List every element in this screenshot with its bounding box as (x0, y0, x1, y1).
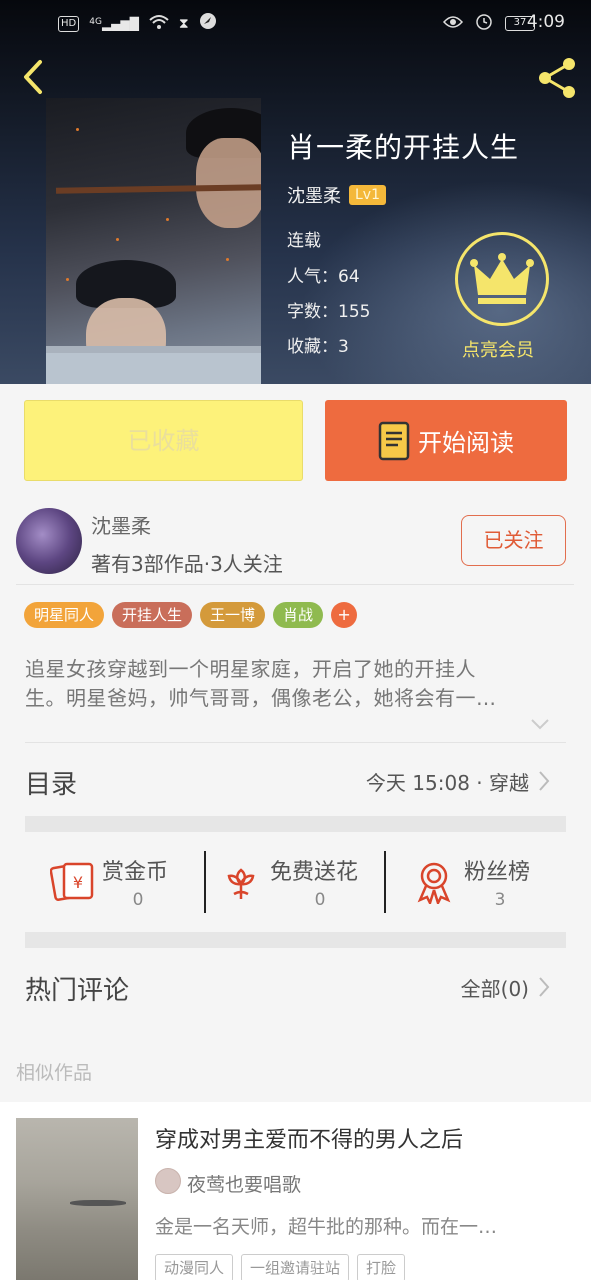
stat-label: 免费送花 (270, 860, 359, 885)
chevron-left-icon (24, 60, 42, 94)
chevron-down-icon (531, 719, 549, 730)
alarm-icon (475, 12, 493, 35)
tag-list: 明星同人 开挂人生 王一博 肖战 + (24, 602, 358, 628)
divider (16, 584, 574, 585)
book-author[interactable]: 沈墨柔 (287, 182, 341, 208)
expand-description-button[interactable] (530, 716, 550, 730)
similar-tag[interactable]: 打脸 (357, 1254, 406, 1280)
toc-label[interactable]: 目录 (25, 764, 77, 801)
add-tag-button[interactable]: + (331, 602, 358, 628)
eye-icon (442, 14, 464, 34)
stat-label: 赏金币 (102, 860, 169, 885)
stat-label: 粉丝榜 (464, 860, 531, 885)
medal-icon (417, 862, 451, 904)
app-notification-icon (199, 12, 217, 35)
stat-separator (384, 851, 386, 913)
author-name[interactable]: 沈墨柔 (91, 510, 151, 539)
start-reading-label: 开始阅读 (418, 429, 514, 457)
popularity-label: 人气： (287, 267, 338, 287)
hourglass-icon: ⧗ (178, 15, 189, 32)
book-header: HD 4G▂▄▆█ ⧗ 37 4:09 肖一柔的开挂人生 沈墨柔 Lv1 连载 … (0, 0, 591, 384)
book-collect-count: 收藏：3 (287, 332, 349, 357)
word-count-label: 字数： (287, 302, 338, 322)
stat-value: 0 (132, 890, 144, 910)
status-bar: HD 4G▂▄▆█ ⧗ 37 4:09 (0, 0, 591, 44)
vip-label[interactable]: 点亮会员 (462, 336, 534, 362)
stat-value: 0 (314, 890, 326, 910)
red-envelope-icon: ¥ (50, 862, 94, 901)
clock: 4:09 (526, 12, 565, 32)
hd-indicator: HD (58, 15, 80, 32)
tag-item[interactable]: 明星同人 (24, 602, 105, 628)
similar-tag[interactable]: 动漫同人 (155, 1254, 234, 1280)
stat-separator (204, 851, 206, 913)
section-divider (25, 816, 566, 832)
collect-label: 收藏： (287, 337, 338, 357)
reward-coins-button[interactable]: ¥ 赏金币 0 (50, 848, 190, 916)
similar-author-avatar (155, 1168, 181, 1194)
tag-item[interactable]: 开挂人生 (112, 602, 193, 628)
description-line: 生。明星爸妈，帅气哥哥，偶像老公，她将会有一… (25, 686, 497, 710)
all-comments-link[interactable]: 全部(0) (461, 973, 529, 1002)
author-level-badge: Lv1 (349, 185, 386, 205)
book-icon (378, 421, 410, 460)
comments-chevron[interactable] (538, 976, 550, 998)
divider (25, 742, 566, 743)
book-author-line: 沈墨柔 Lv1 (287, 182, 386, 208)
start-reading-button[interactable]: 开始阅读 (325, 400, 567, 481)
fan-ranking-button[interactable]: 粉丝榜 3 (414, 848, 544, 916)
book-word-count: 字数：155 (287, 297, 370, 322)
author-stats: 著有3部作品·3人关注 (91, 552, 283, 576)
stat-value: 3 (494, 890, 506, 910)
book-status: 连载 (287, 231, 321, 251)
toc-latest-chapter[interactable]: 今天 15:08 · 穿越 (366, 767, 529, 796)
chevron-right-icon (539, 771, 550, 791)
tag-item[interactable]: 王一博 (200, 602, 266, 628)
author-avatar[interactable] (16, 508, 82, 574)
favorite-button[interactable]: 已收藏 (24, 400, 303, 481)
section-divider (25, 932, 566, 948)
similar-book-desc: 金是一名天师，超牛批的那种。而在一… (155, 1216, 498, 1238)
vip-button[interactable] (455, 232, 549, 326)
collect-value: 3 (338, 337, 349, 357)
hot-comments-label: 热门评论 (25, 976, 130, 1006)
similar-book-title[interactable]: 穿成对男主爱而不得的男人之后 (155, 1122, 463, 1154)
book-description[interactable]: 追星女孩穿越到一个明星家庭，开启了她的开挂人 生。明星爸妈，帅气哥哥，偶像老公，… (25, 655, 545, 713)
similar-book-tags: 动漫同人 一组邀请驻站 打脸 (155, 1254, 406, 1280)
popularity-value: 64 (338, 267, 360, 287)
similar-book-card[interactable]: 穿成对男主爱而不得的男人之后 夜莺也要唱歌 金是一名天师，超牛批的那种。而在一…… (0, 1102, 591, 1280)
toc-chevron[interactable] (538, 770, 550, 792)
book-popularity: 人气：64 (287, 262, 360, 287)
tag-item[interactable]: 肖战 (273, 602, 324, 628)
send-flower-button[interactable]: 免费送花 0 (222, 848, 372, 916)
back-button[interactable] (14, 54, 54, 100)
flower-icon (227, 868, 255, 899)
chevron-right-icon (539, 977, 550, 997)
similar-book-cover[interactable] (16, 1118, 138, 1280)
similar-book-author[interactable]: 夜莺也要唱歌 (187, 1170, 301, 1197)
share-button[interactable] (533, 54, 581, 102)
svg-text:¥: ¥ (73, 873, 83, 892)
share-icon (539, 58, 575, 98)
book-title: 肖一柔的开挂人生 (287, 131, 520, 164)
similar-tag[interactable]: 一组邀请驻站 (241, 1254, 350, 1280)
word-count-value: 155 (338, 302, 371, 322)
crown-icon (470, 253, 534, 304)
network-type: 4G (89, 16, 102, 27)
wifi-icon (149, 14, 169, 34)
similar-works-label: 相似作品 (16, 1062, 93, 1084)
description-line: 追星女孩穿越到一个明星家庭，开启了她的开挂人 (25, 657, 476, 681)
book-cover-image[interactable] (46, 98, 261, 384)
signal-icon: 4G▂▄▆█ (89, 16, 139, 31)
follow-button[interactable]: 已关注 (461, 515, 566, 566)
